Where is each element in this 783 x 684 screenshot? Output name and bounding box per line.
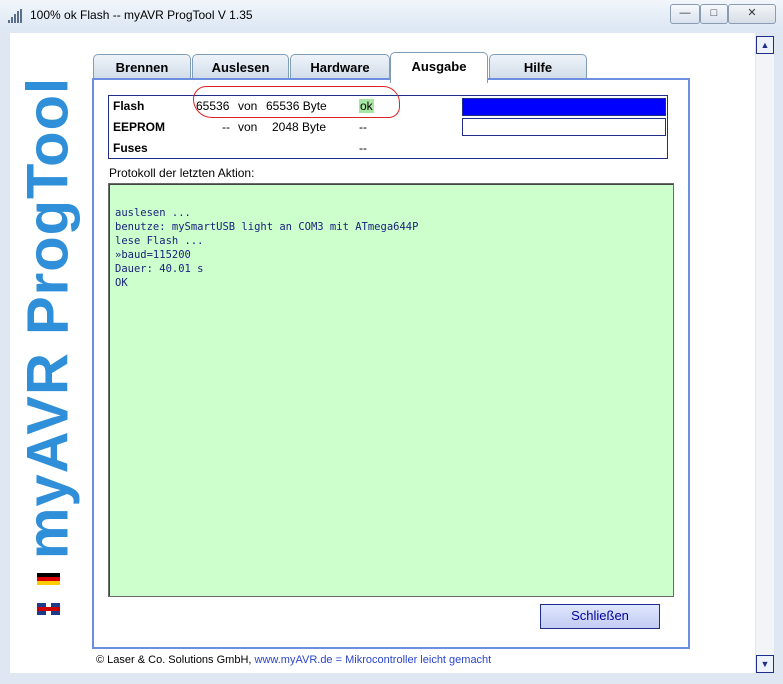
log-caption: Protokoll der letzten Aktion: (109, 166, 255, 180)
close-window-button[interactable]: ✕ (728, 4, 776, 24)
flash-progress-bar (462, 98, 666, 116)
app-icon (8, 9, 24, 23)
red-highlight-circle (193, 86, 400, 118)
minimize-button[interactable]: — (670, 4, 700, 24)
eeprom-result: -- (359, 120, 367, 134)
logo-text: myAVR ProgTool (15, 76, 81, 560)
sidebar: myAVR ProgTool (10, 33, 86, 673)
eeprom-progress-bar (462, 118, 666, 136)
log-output[interactable]: auslesen ... benutze: mySmartUSB light a… (108, 183, 674, 597)
eeprom-total: 2048 Byte (272, 120, 327, 134)
flash-label: Flash (113, 99, 145, 113)
fuses-label: Fuses (113, 141, 148, 155)
scroll-up-button[interactable]: ▲ (756, 36, 774, 54)
flash-progress-fill (463, 99, 665, 115)
tab-brennen[interactable]: Brennen (93, 54, 191, 81)
footer-separator: = (335, 654, 343, 666)
tab-hilfe[interactable]: Hilfe (489, 54, 587, 81)
fuses-result: -- (359, 141, 367, 155)
title-bar: 100% ok Flash -- myAVR ProgTool V 1.35 —… (0, 0, 783, 31)
scroll-down-button[interactable]: ▼ (756, 655, 774, 673)
flag-de-icon[interactable] (37, 573, 60, 585)
footer: © Laser & Co. Solutions GmbH, www.myAVR.… (96, 654, 491, 666)
eeprom-read: -- (222, 120, 230, 134)
close-button[interactable]: Schließen (540, 604, 660, 629)
footer-company: © Laser & Co. Solutions GmbH, (96, 654, 252, 666)
window-title: 100% ok Flash -- myAVR ProgTool V 1.35 (30, 8, 253, 22)
tab-ausgabe[interactable]: Ausgabe (390, 52, 488, 83)
flag-uk-icon[interactable] (37, 603, 60, 615)
scrollbar-track[interactable] (756, 53, 774, 655)
log-text: auslesen ... benutze: mySmartUSB light a… (115, 207, 419, 289)
tab-hardware[interactable]: Hardware (290, 54, 390, 81)
eeprom-von: von (238, 120, 258, 134)
maximize-button[interactable]: □ (700, 4, 728, 24)
footer-website-link[interactable]: www.myAVR.de (255, 654, 333, 666)
tab-auslesen[interactable]: Auslesen (192, 54, 289, 81)
footer-slogan: Mikrocontroller leicht gemacht (345, 654, 492, 666)
eeprom-label: EEPROM (113, 120, 166, 134)
